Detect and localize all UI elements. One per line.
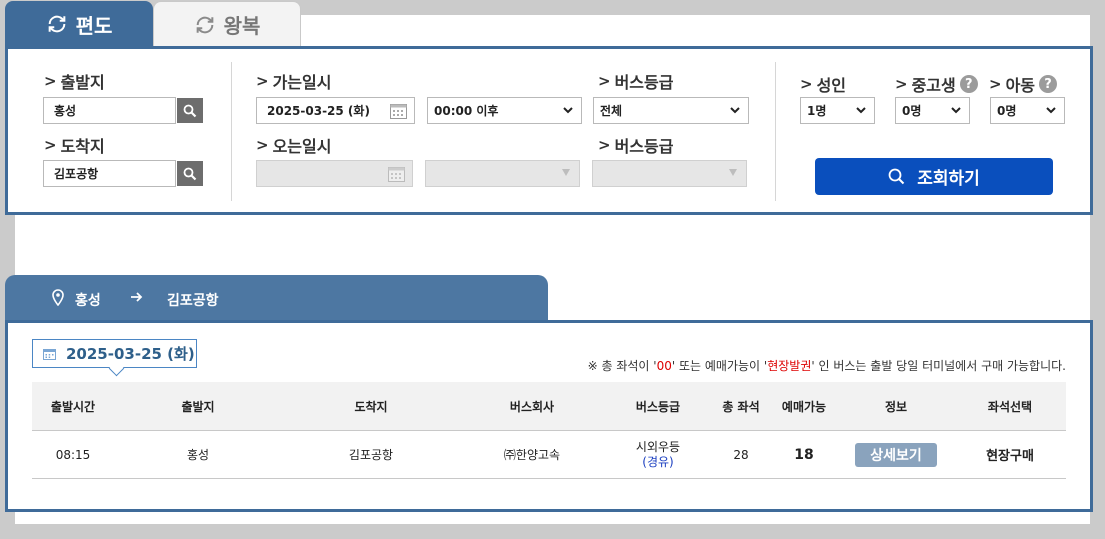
- chevron-down-icon: [856, 107, 866, 114]
- tab-oneway-label: 편도: [75, 13, 113, 38]
- chevron-down-icon: [730, 107, 740, 114]
- triangle-down-icon: [562, 169, 570, 176]
- triangle-down-icon: [729, 169, 737, 176]
- arrow-right-icon: [131, 292, 143, 302]
- column-header: 정보: [884, 399, 908, 414]
- magnifier-icon: [183, 167, 197, 180]
- chevron-down-icon: [1046, 107, 1056, 114]
- bus-grade-text: 시외우등: [635, 439, 681, 454]
- route-header: 홍성 김포공항: [5, 275, 548, 322]
- search-panel: > 출발지 홍성 > 도착지 김포공항 > 가는일시 2025-03-25 (화…: [5, 46, 1093, 215]
- route-from: 홍성: [75, 293, 101, 309]
- arrival-terminal: 김포공항: [348, 448, 394, 462]
- adult-select[interactable]: 1명: [800, 97, 875, 124]
- bus-company: ㈜한양고속: [503, 448, 561, 462]
- info-cell: 상세보기: [838, 431, 954, 478]
- table-header: 출발시간 출발지 도착지 버스회사 버스등급 총 좌석 예매가능 정보 좌석선택: [32, 382, 1066, 430]
- calendar-icon: [388, 167, 405, 182]
- departure-time: 08:15: [55, 447, 91, 462]
- column-header: 출발지: [181, 399, 215, 414]
- route-type: (경유): [642, 454, 674, 469]
- return-grade-select[interactable]: [592, 160, 747, 187]
- column-header: 예매가능: [781, 399, 827, 414]
- column-header: 총 좌석: [722, 399, 760, 414]
- teen-label: > 중고생 ?: [895, 72, 978, 96]
- child-select[interactable]: 0명: [990, 97, 1065, 124]
- question-icon[interactable]: ?: [1039, 75, 1058, 93]
- magnifier-icon: [183, 104, 197, 117]
- tab-oneway[interactable]: 편도: [5, 1, 153, 47]
- return-grade-label: > 버스등급: [598, 136, 674, 156]
- column-header: 도착지: [354, 399, 388, 414]
- go-date-input[interactable]: 2025-03-25 (화): [256, 97, 415, 124]
- departure-terminal: 홍성: [186, 448, 210, 462]
- chevron-right-icon: >: [800, 75, 813, 93]
- available-seats: 18: [794, 446, 814, 463]
- column-header: 출발시간: [50, 399, 96, 414]
- refresh-icon: [48, 15, 65, 33]
- go-grade-label: > 버스등급: [598, 72, 674, 92]
- go-grade-select[interactable]: 전체: [593, 97, 749, 124]
- purchase-notice: ※ 총 좌석이 '00' 또는 예매가능이 '현장발권' 인 버스는 출발 당일…: [587, 359, 1066, 373]
- arrival-label: > 도착지: [44, 136, 105, 156]
- child-label: > 아동 ?: [989, 72, 1058, 96]
- divider: [775, 62, 776, 201]
- chevron-down-icon: [563, 107, 573, 114]
- return-date-label: > 오는일시: [256, 136, 332, 156]
- question-icon[interactable]: ?: [959, 75, 978, 93]
- results-panel: 2025-03-25 (화) ※ 총 좌석이 '00' 또는 예매가능이 '현장…: [5, 320, 1093, 512]
- arrival-search-button[interactable]: [177, 161, 203, 186]
- seat-select[interactable]: 현장구매: [954, 431, 1066, 478]
- departure-input[interactable]: 홍성: [43, 97, 176, 124]
- search-icon: [888, 168, 905, 185]
- column-header: 버스회사: [509, 399, 555, 414]
- chevron-right-icon: >: [256, 72, 269, 90]
- chevron-right-icon: >: [598, 72, 611, 90]
- column-header: 버스등급: [635, 399, 681, 414]
- chevron-right-icon: >: [44, 72, 57, 90]
- location-pin-icon: [52, 289, 64, 306]
- go-date-label: > 가는일시: [256, 72, 332, 92]
- results-table: 출발시간 출발지 도착지 버스회사 버스등급 총 좌석 예매가능 정보 좌석선택…: [32, 382, 1066, 479]
- chevron-right-icon: >: [44, 136, 57, 154]
- results-date-badge: 2025-03-25 (화): [32, 339, 197, 368]
- teen-select[interactable]: 0명: [895, 97, 970, 124]
- route-to: 김포공항: [167, 293, 219, 309]
- tab-roundtrip[interactable]: 왕복: [153, 1, 301, 47]
- query-button[interactable]: 조회하기: [815, 158, 1053, 195]
- return-date-input[interactable]: [256, 160, 413, 187]
- calendar-icon: [43, 348, 56, 360]
- tab-roundtrip-label: 왕복: [223, 14, 261, 38]
- total-seats: 28: [733, 447, 749, 462]
- departure-search-button[interactable]: [177, 98, 203, 123]
- go-time-select[interactable]: 00:00 이후: [427, 97, 582, 124]
- column-header: 좌석선택: [987, 399, 1033, 414]
- detail-button[interactable]: 상세보기: [855, 442, 937, 467]
- divider: [231, 62, 232, 201]
- chevron-right-icon: >: [598, 136, 611, 154]
- calendar-icon[interactable]: [390, 103, 407, 119]
- departure-label: > 출발지: [44, 72, 105, 92]
- chevron-right-icon: >: [989, 75, 1002, 93]
- table-row[interactable]: 08:15 홍성 김포공항 ㈜한양고속 시외우등 (경유) 28 18 상세보기…: [32, 430, 1066, 479]
- chevron-right-icon: >: [256, 136, 269, 154]
- refresh-icon: [196, 16, 213, 33]
- bus-grade: 시외우등 (경유): [604, 431, 712, 478]
- chevron-down-icon: [951, 107, 961, 114]
- return-time-select[interactable]: [425, 160, 580, 187]
- adult-label: > 성인: [800, 75, 847, 95]
- arrival-input[interactable]: 김포공항: [43, 160, 176, 187]
- chevron-right-icon: >: [895, 75, 908, 93]
